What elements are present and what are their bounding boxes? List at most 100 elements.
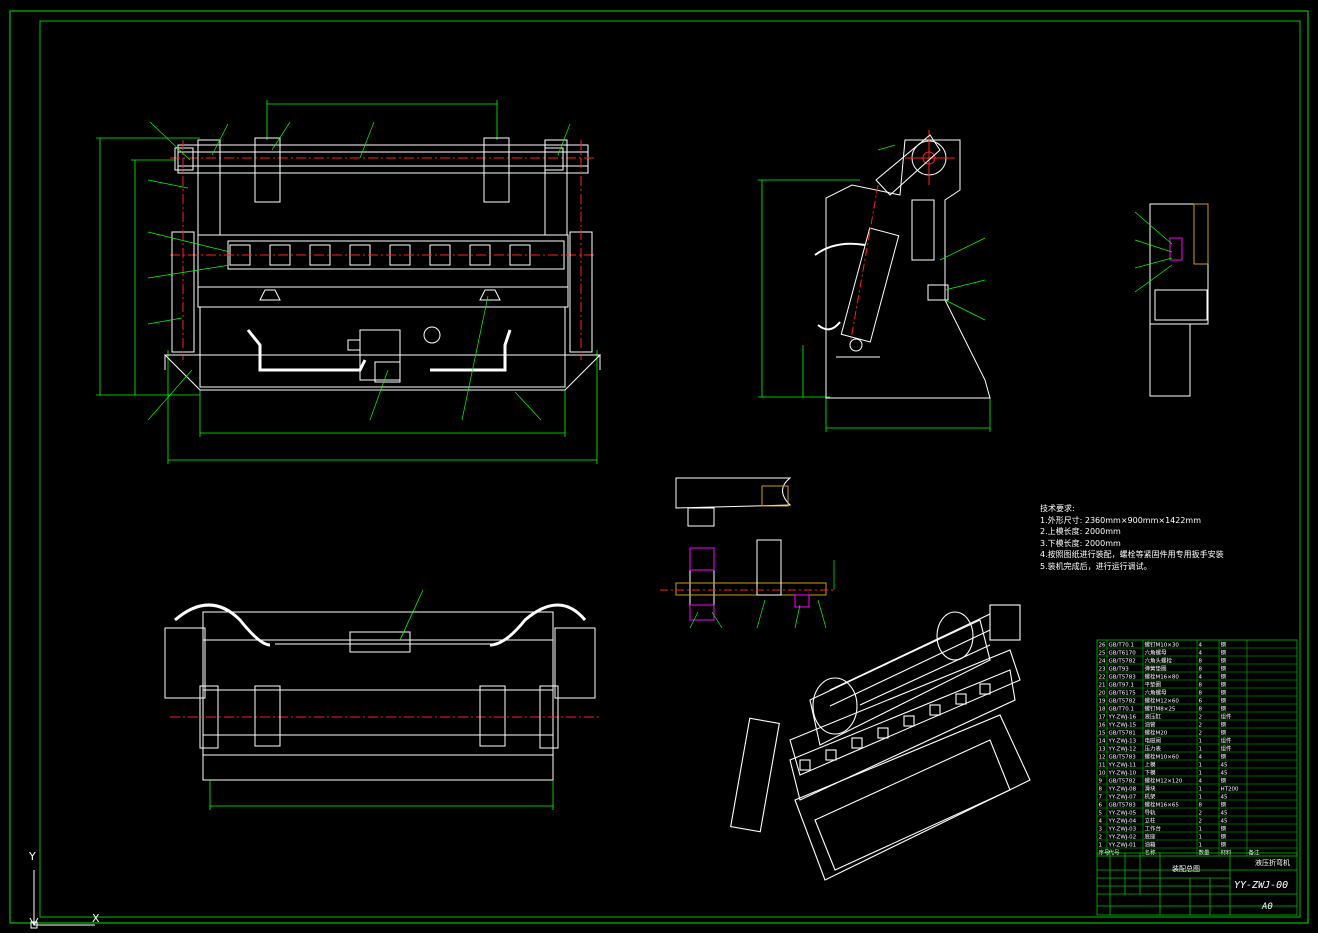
bom-cell: 2 [1099, 834, 1103, 840]
bom-cell: 滑块 [1145, 784, 1157, 792]
bom-cell: 螺栓M16×65 [1145, 800, 1180, 808]
bom-cell: 螺栓M20 [1145, 728, 1168, 736]
bom-cell: GB/T6175 [1109, 690, 1137, 696]
front-view-dimensions [96, 100, 598, 464]
bom-cell: 18 [1099, 706, 1106, 712]
bom-cell: 六角螺母 [1145, 688, 1168, 696]
bom-cell: 7 [1099, 794, 1103, 800]
drawing-code: YY-ZWJ-00 [1234, 880, 1289, 891]
bom-cell: 19 [1099, 698, 1106, 704]
bom-cell: HT200 [1221, 786, 1239, 792]
bom-cell: 电磁阀 [1145, 736, 1162, 744]
bom-cell: GB/T70.1 [1109, 642, 1135, 648]
bom-cell: YY-ZWJ-16 [1108, 714, 1137, 720]
side-view [758, 130, 991, 432]
bom-cell: 钢 [1221, 800, 1227, 808]
bom-cell: 压力表 [1145, 744, 1162, 752]
technical-requirements: 技术要求: 1.外形尺寸: 2360mm×900mm×1422mm 2.上模长度… [1040, 503, 1224, 572]
bom-cell: 平垫圈 [1145, 680, 1162, 688]
bom-cell: YY-ZWJ-02 [1108, 834, 1137, 840]
bom-cell: 13 [1099, 746, 1106, 752]
bom-cell: 1 [1199, 826, 1203, 832]
front-view-leaders [147, 121, 571, 421]
bom-cell: 工作台 [1145, 824, 1162, 832]
bom-cell: 3 [1099, 826, 1103, 832]
bom-cell: 螺栓M16×80 [1145, 672, 1180, 680]
bom-cell: 钢 [1221, 824, 1227, 832]
bom-cell: 4 [1199, 754, 1203, 760]
bom-cell: 8 [1199, 802, 1203, 808]
bom-cell: 钢 [1221, 688, 1227, 696]
bom-cell: 24 [1099, 658, 1106, 664]
tech-req-item: 4.按照图纸进行装配，螺栓等紧固件用专用扳手安装 [1040, 550, 1224, 559]
assembly-label: 装配总图 [1172, 865, 1200, 873]
bom-cell: 机架 [1145, 792, 1157, 800]
tech-req-item: 2.上模长度: 2000mm [1040, 527, 1121, 536]
bom-cell: GB/T5781 [1109, 730, 1136, 736]
bom-cell: 钢 [1221, 832, 1227, 840]
bom-cell: 5 [1099, 810, 1103, 816]
bom-cell: 螺钉M10×30 [1145, 640, 1180, 648]
bom-cell: 钢 [1221, 776, 1227, 784]
bom-cell: YY-ZWJ-04 [1108, 818, 1137, 824]
bom-cell: 弹簧垫圈 [1145, 664, 1168, 672]
bom-cell: 钢 [1221, 720, 1227, 728]
section-detail-a [1134, 203, 1209, 397]
bom-cell: 油箱 [1145, 840, 1157, 848]
bom-cell: 1 [1199, 738, 1203, 744]
bom-cell: 21 [1099, 682, 1106, 688]
bom-cell: 1 [1199, 746, 1203, 752]
bom-cell: YY-ZWJ-15 [1108, 722, 1137, 728]
bom-cell: 上模 [1145, 760, 1157, 768]
bom-cell: GB/T5783 [1109, 754, 1137, 760]
bom-header-cell: 备注 [1249, 848, 1261, 856]
bom-cell: 2 [1199, 722, 1203, 728]
bom-cell: 组件 [1221, 744, 1233, 752]
bom-cell: GB/T6170 [1109, 650, 1137, 656]
bom-cell: 4 [1199, 642, 1203, 648]
bom-cell: 6 [1199, 698, 1203, 704]
bom-cell: 螺栓M12×120 [1145, 776, 1183, 784]
cad-drawing-canvas[interactable]: 26 GB/T70.1 螺钉M10×30 4 钢25 GB/T6170 六角螺母 4 钢24 GB… [0, 0, 1318, 933]
bom-cell: 6 [1099, 802, 1103, 808]
bom-cell: 钢 [1221, 672, 1227, 680]
bom-cell: YY-ZWJ-11 [1108, 762, 1137, 768]
bom-cell: 8 [1199, 690, 1203, 696]
bom-cell: 钢 [1221, 704, 1227, 712]
bom-cell: YY-ZWJ-12 [1108, 746, 1137, 752]
ucs-y-label: Y [29, 850, 36, 863]
bom-cell: 立柱 [1145, 816, 1157, 824]
bom-cell: 4 [1199, 778, 1203, 784]
bom-table: 26 GB/T70.1 螺钉M10×30 4 钢25 GB/T6170 六角螺母 4 钢24 GB… [1096, 639, 1298, 857]
isometric-view [730, 604, 1031, 881]
bom-cell: 1 [1199, 842, 1203, 848]
bom-cell: 45 [1221, 810, 1228, 816]
bom-cell: 液压缸 [1145, 712, 1162, 720]
bom-cell: 45 [1221, 794, 1228, 800]
bom-cell: 1 [1099, 842, 1103, 848]
section-detail-b [660, 477, 835, 629]
bom-cell: 20 [1099, 690, 1106, 696]
bom-cell: 1 [1199, 834, 1203, 840]
bom-cell: 组件 [1221, 736, 1233, 744]
bom-cell: 4 [1099, 818, 1103, 824]
bom-cell: 4 [1199, 650, 1203, 656]
bom-cell: GB/T5782 [1109, 698, 1136, 704]
bom-cell: 导轨 [1145, 808, 1157, 816]
bom-cell: GB/T5782 [1109, 778, 1136, 784]
bom-cell: 六角螺母 [1145, 648, 1168, 656]
bom-cell: 15 [1099, 730, 1106, 736]
bom-cell: 9 [1099, 778, 1103, 784]
bom-cell: 8 [1099, 786, 1103, 792]
bom-cell: 钢 [1221, 640, 1227, 648]
bom-cell: 钢 [1221, 656, 1227, 664]
bom-cell: 钢 [1221, 680, 1227, 688]
bom-cell: 14 [1099, 738, 1106, 744]
bom-cell: 23 [1099, 666, 1106, 672]
bom-cell: 下模 [1145, 768, 1157, 776]
bom-cell: 25 [1099, 650, 1106, 656]
bom-cell: 螺栓M12×60 [1145, 696, 1180, 704]
bom-cell: 8 [1199, 658, 1203, 664]
bom-cell: YY-ZWJ-10 [1108, 770, 1137, 776]
bom-cell: 12 [1099, 754, 1106, 760]
